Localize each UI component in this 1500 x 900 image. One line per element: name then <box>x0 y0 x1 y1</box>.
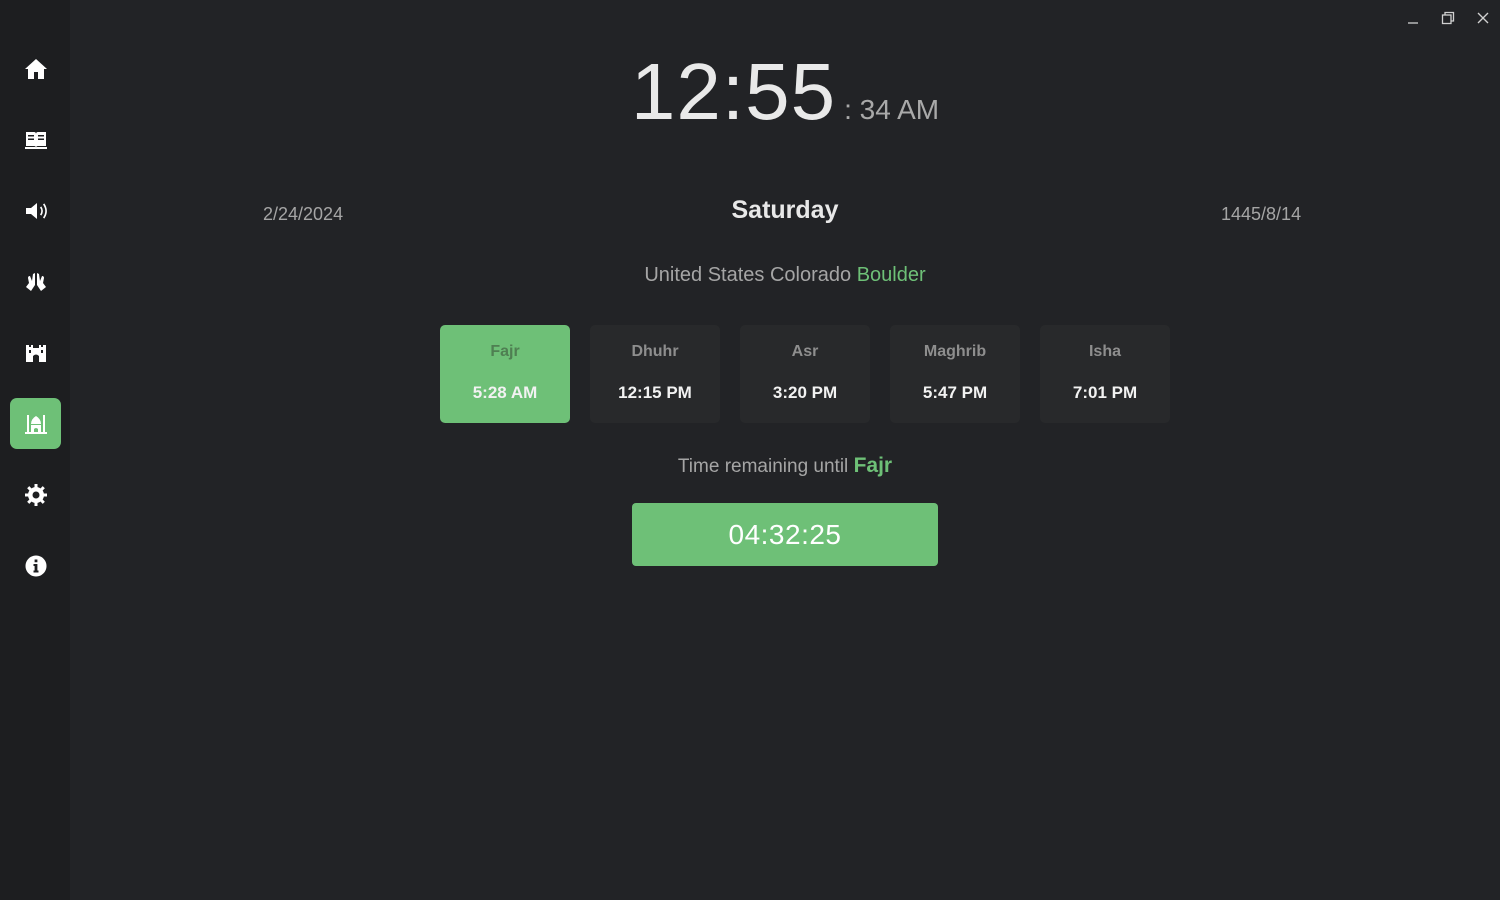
prayer-name: Dhuhr <box>631 343 679 360</box>
prayer-time: 5:47 PM <box>922 383 988 402</box>
location-city[interactable]: Boulder <box>857 264 926 286</box>
sidebar-item-prayer-times[interactable] <box>10 398 61 449</box>
prayer-name: Isha <box>1088 343 1121 360</box>
time-remaining-label: Time remaining until Fajr <box>0 454 1500 478</box>
prayer-time: 5:28 AM <box>472 383 538 402</box>
prayer-card-asr[interactable]: Asr 3:20 PM <box>740 325 870 423</box>
restore-button[interactable] <box>1430 0 1465 36</box>
location-country: United States <box>644 264 765 286</box>
prayer-time: 12:15 PM <box>618 383 692 402</box>
restore-icon <box>1441 11 1454 25</box>
prayer-card-maghrib[interactable]: Maghrib 5:47 PM <box>890 325 1020 423</box>
prayer-name: Asr <box>791 343 819 360</box>
clock: 12:55 : 34 AM <box>0 52 1500 132</box>
time-remaining-text: Time remaining until <box>677 456 849 477</box>
prayer-card-fajr[interactable]: Fajr 5:28 AM <box>440 325 570 423</box>
location-region: Colorado <box>769 264 852 286</box>
prayer-card-isha[interactable]: Isha 7:01 PM <box>1040 325 1170 423</box>
sidebar-item-about[interactable] <box>10 540 61 591</box>
location: United States Colorado Boulder <box>0 264 1500 287</box>
sidebar <box>0 0 70 900</box>
weekday: Saturday <box>731 196 839 224</box>
prayer-time: 7:01 PM <box>1072 383 1138 402</box>
prayer-time: 3:20 PM <box>772 383 838 402</box>
castle-icon <box>25 344 46 362</box>
prayer-card-dhuhr[interactable]: Dhuhr 12:15 PM <box>590 325 720 423</box>
prayer-times: Fajr 5:28 AM Dhuhr 12:15 PM Asr 3:20 PM … <box>440 325 1170 423</box>
prayer-name: Fajr <box>490 343 520 360</box>
countdown-timer: 04:32:25 <box>632 503 938 566</box>
close-button[interactable] <box>1465 0 1500 36</box>
minimize-button[interactable] <box>1395 0 1430 36</box>
info-icon <box>25 555 47 576</box>
close-icon <box>1477 12 1488 24</box>
clock-seconds: : 34 AM <box>844 94 940 125</box>
clock-hours-minutes: 12:55 <box>630 47 837 136</box>
hijri-date: 1445/8/14 <box>1221 204 1302 224</box>
sidebar-item-mosques[interactable] <box>10 327 61 378</box>
window-controls <box>1395 0 1500 36</box>
gregorian-date: 2/24/2024 <box>263 204 344 224</box>
minimize-icon <box>1407 22 1418 24</box>
prayer-name: Maghrib <box>923 343 987 360</box>
date-row: 2/24/2024 Saturday 1445/8/14 <box>0 196 1500 230</box>
gear-icon <box>24 483 47 506</box>
mosque-icon <box>24 414 47 434</box>
next-prayer-name: Fajr <box>853 454 893 477</box>
